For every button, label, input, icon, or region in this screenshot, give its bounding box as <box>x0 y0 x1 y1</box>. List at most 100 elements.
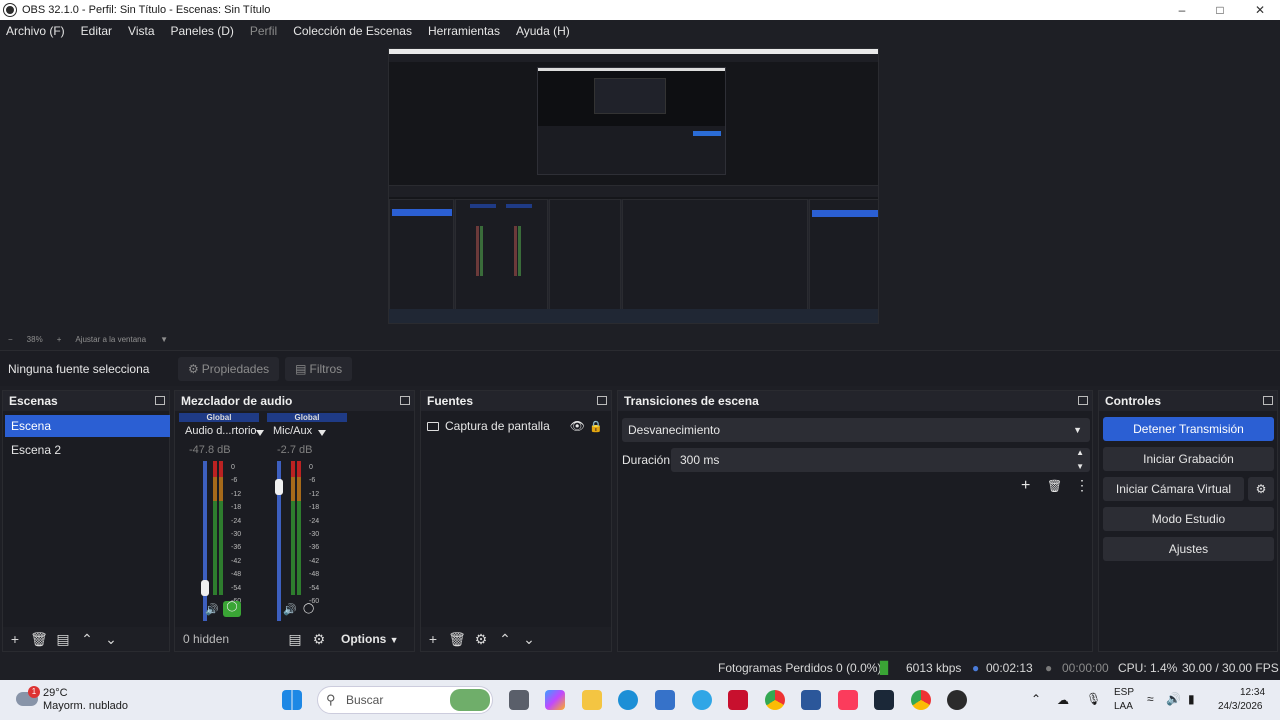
clock-date[interactable]: 24/3/2026 <box>1218 701 1263 712</box>
mixer-settings-icon[interactable]: ⚙ <box>307 631 331 648</box>
chevron-up-icon[interactable]: ⌃ <box>493 631 517 648</box>
filter-icon[interactable]: ▤ <box>51 631 75 648</box>
studio-mode-button[interactable]: Modo Estudio <box>1103 507 1274 531</box>
eye-icon[interactable]: 👁 <box>570 419 585 433</box>
headphones-icon[interactable]: ◯ <box>223 601 241 617</box>
chevron-down-icon[interactable]: ⌄ <box>517 631 541 648</box>
menu-herramientas[interactable]: Herramientas <box>426 24 502 38</box>
filters-button[interactable]: ▤ Filtros <box>285 356 353 381</box>
settings-button[interactable]: Ajustes <box>1103 537 1274 561</box>
mcafee-icon[interactable] <box>728 690 748 710</box>
battery-icon[interactable]: ▮ <box>1188 692 1195 706</box>
chevron-down-icon[interactable] <box>256 430 264 436</box>
taskbar-search[interactable]: ⚲ Buscar <box>317 686 493 714</box>
menu-archivo[interactable]: Archivo (F) <box>4 24 67 38</box>
options-label: Options <box>341 632 387 646</box>
close-icon[interactable]: ✕ <box>1240 0 1280 20</box>
copilot-icon[interactable] <box>545 690 565 710</box>
trash-icon[interactable]: 🗑 <box>1047 479 1062 493</box>
menu-coleccion[interactable]: Colección de Escenas <box>291 24 414 38</box>
menu-ayuda[interactable]: Ayuda (H) <box>514 24 572 38</box>
lang-code[interactable]: ESP <box>1114 687 1134 698</box>
volume-icon[interactable]: 🔊 <box>1166 692 1181 706</box>
scene-item[interactable]: Escena <box>5 415 170 437</box>
meter-scale-tick: -54 <box>231 584 242 592</box>
chevron-up-icon[interactable]: ▲ <box>1076 448 1084 457</box>
task-view-icon[interactable] <box>509 690 529 710</box>
gear-icon[interactable]: ⚙ <box>1248 477 1274 501</box>
zoom-in-button[interactable]: + <box>57 335 62 344</box>
start-record-button[interactable]: Iniciar Grabación <box>1103 447 1274 471</box>
chevron-down-icon[interactable] <box>318 430 326 436</box>
word-icon[interactable] <box>801 690 821 710</box>
microphone-icon[interactable]: 🎙 <box>1086 692 1101 706</box>
source-item[interactable]: Captura de pantalla 👁 🔒 <box>427 417 607 435</box>
sources-footer: + 🗑 ⚙ ⌃ ⌄ <box>421 627 611 651</box>
gear-icon[interactable]: ⚙ <box>469 631 493 648</box>
undock-icon[interactable] <box>1263 396 1273 405</box>
scene-item[interactable]: Escena 2 <box>5 439 170 461</box>
chevron-down-icon[interactable]: ⌄ <box>99 631 123 648</box>
preview-canvas[interactable] <box>388 48 879 324</box>
itunes-icon[interactable] <box>838 690 858 710</box>
chevron-down-icon[interactable]: ▼ <box>1076 462 1084 471</box>
trash-icon[interactable]: 🗑 <box>27 631 51 648</box>
steam-icon[interactable] <box>874 690 894 710</box>
menu-paneles[interactable]: Paneles (D) <box>169 24 236 38</box>
transitions-header: Transiciones de escena <box>618 391 1092 411</box>
undock-icon[interactable] <box>597 396 607 405</box>
minimize-icon[interactable]: – <box>1162 0 1202 20</box>
volume-slider[interactable] <box>203 461 207 621</box>
options-button[interactable]: Options ▼ <box>341 632 399 646</box>
windows-start-icon[interactable] <box>282 690 302 710</box>
undock-icon[interactable] <box>400 396 410 405</box>
telegram-icon[interactable] <box>692 690 712 710</box>
level-meter <box>213 461 217 595</box>
lang-layout[interactable]: LAA <box>1114 701 1133 712</box>
clock-time[interactable]: 12:34 <box>1240 687 1265 698</box>
obs-taskbar-icon[interactable] <box>947 690 967 710</box>
more-vertical-icon[interactable]: ⋮ <box>1075 477 1089 494</box>
add-icon[interactable]: + <box>3 631 27 647</box>
menu-perfil[interactable]: Perfil <box>248 24 279 38</box>
search-icon: ⚲ <box>326 692 336 707</box>
channel-name[interactable]: Audio d...rtorio <box>185 425 257 437</box>
properties-button[interactable]: ⚙ Propiedades <box>178 356 280 381</box>
add-icon[interactable]: + <box>421 631 445 647</box>
lock-icon[interactable]: 🔒 <box>589 420 603 433</box>
speaker-icon[interactable]: 🔊 <box>283 603 297 616</box>
menu-editar[interactable]: Editar <box>79 24 114 38</box>
level-meter <box>291 461 295 595</box>
wifi-icon[interactable]: ≈ <box>1147 692 1154 706</box>
volume-slider-knob[interactable] <box>201 579 209 596</box>
start-virtual-camera-button[interactable]: Iniciar Cámara Virtual <box>1103 477 1244 501</box>
stream-time: 00:02:13 <box>986 661 1033 675</box>
chevron-up-icon[interactable]: ⌃ <box>1031 692 1041 706</box>
meter-scale-tick: -12 <box>231 490 242 498</box>
chevron-down-icon[interactable]: ▼ <box>160 335 168 344</box>
channel-name[interactable]: Mic/Aux <box>273 425 312 437</box>
headphones-icon[interactable]: ◯ <box>303 603 314 614</box>
cloud-icon[interactable]: ☁ <box>1057 693 1069 707</box>
chevron-up-icon[interactable]: ⌃ <box>75 631 99 648</box>
chrome-icon[interactable] <box>765 690 785 710</box>
add-icon[interactable]: + <box>1021 477 1030 495</box>
zoom-fit-select[interactable]: Ajustar a la ventana <box>75 335 146 344</box>
duration-spinbox[interactable]: 300 ms ▲ ▼ <box>671 448 1090 472</box>
undock-icon[interactable] <box>1078 396 1088 405</box>
undock-icon[interactable] <box>155 396 165 405</box>
edge-icon[interactable] <box>618 690 638 710</box>
store-icon[interactable] <box>655 690 675 710</box>
layout-icon[interactable]: ▤ <box>283 631 307 648</box>
stop-stream-button[interactable]: Detener Transmisión <box>1103 417 1274 441</box>
speaker-icon[interactable]: 🔊 <box>205 603 219 616</box>
chrome-profile-icon[interactable] <box>911 690 931 710</box>
menu-vista[interactable]: Vista <box>126 24 156 38</box>
volume-slider-knob[interactable] <box>275 479 283 496</box>
meter-scale-tick: -24 <box>231 517 242 525</box>
maximize-icon[interactable]: □ <box>1200 0 1240 20</box>
zoom-out-button[interactable]: − <box>8 335 13 344</box>
file-explorer-icon[interactable] <box>582 690 602 710</box>
transition-select[interactable]: Desvanecimiento ▼ <box>622 418 1090 442</box>
trash-icon[interactable]: 🗑 <box>445 631 469 648</box>
